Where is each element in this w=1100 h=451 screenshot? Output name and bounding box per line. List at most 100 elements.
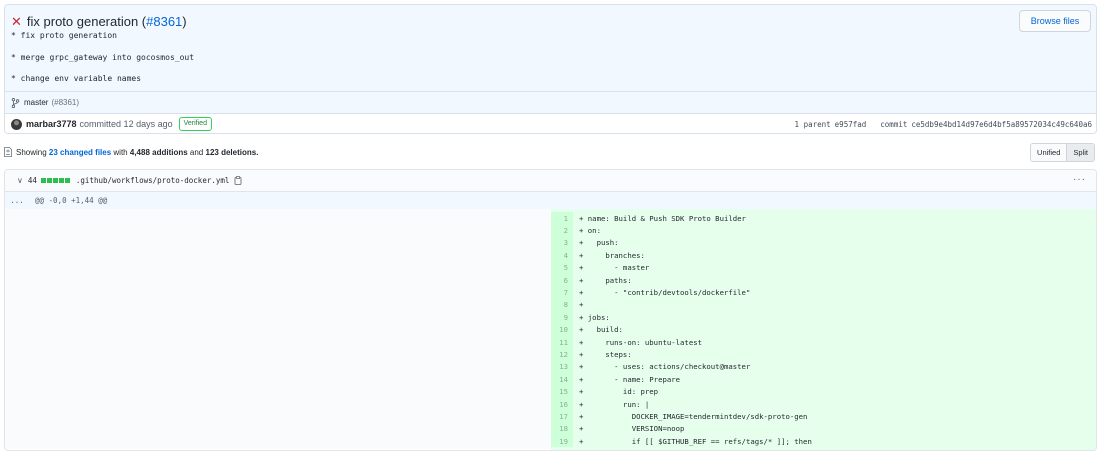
file-diff-icon [4, 147, 12, 157]
line-number[interactable]: 8 [551, 298, 573, 312]
branch-name[interactable]: master [24, 98, 48, 107]
diff-toolbar: Showing 23 changed files with 4,488 addi… [4, 142, 1095, 162]
parent-sha[interactable]: e957fad [835, 120, 867, 129]
line-code: + id: prep [579, 387, 659, 397]
commit-sha: ce5db9e4bd14d97e6d4bf5a89572034c49c640a6 [911, 119, 1092, 129]
browse-files-button[interactable]: Browse files [1019, 10, 1091, 32]
changed-files-link[interactable]: 23 changed files [49, 148, 111, 157]
commit-title-text: fix proto generation ( [26, 13, 147, 29]
line-code: + paths: [579, 275, 632, 285]
diff-line: 15 + id: prep [551, 385, 1096, 398]
diff-line: 9 + jobs: [551, 311, 1096, 324]
diff-line: 4 + branches: [551, 249, 1096, 262]
diff-summary: Showing 23 changed files with 4,488 addi… [16, 148, 258, 157]
line-code: + - name: Prepare [579, 374, 681, 384]
split-diff-view: 1 + name: Build & Push SDK Proto Builder 2… [5, 209, 1096, 450]
line-number[interactable]: 17 [551, 410, 573, 423]
commit-label: commit [880, 119, 908, 129]
line-number[interactable]: 7 [551, 286, 573, 299]
line-code: + push: [579, 238, 619, 248]
expand-icon[interactable]: ... [5, 196, 29, 205]
line-code: + [579, 300, 584, 310]
diff-line: 18 + VERSION=noop [551, 422, 1096, 436]
commit-body-line-2: * merge grpc_gateway into gocosmos_out [11, 53, 195, 62]
line-code: + VERSION=noop [579, 424, 685, 434]
line-code: + jobs: [579, 312, 610, 322]
diff-line: 3 + push: [551, 236, 1096, 250]
diff-line: 10 + build: [551, 323, 1096, 336]
commit-body-line-3: * change env variable names [11, 74, 142, 83]
line-code: + name: Build & Push SDK Proto Builder [579, 213, 746, 223]
line-number[interactable]: 16 [551, 397, 573, 411]
line-number[interactable]: 12 [551, 348, 573, 361]
diff-line: 14 + - name: Prepare [551, 373, 1096, 386]
diff-line: 8 + [551, 298, 1096, 312]
line-code: + DOCKER_IMAGE=tendermintdev/sdk-proto-g… [579, 411, 808, 421]
diffstat-bar [40, 178, 71, 183]
line-number[interactable]: 19 [551, 435, 573, 448]
file-additions-count: 44 [27, 176, 37, 185]
diff-line: 1 + name: Build & Push SDK Proto Builder [551, 212, 1096, 225]
line-number[interactable]: 3 [551, 236, 573, 250]
line-number[interactable]: 4 [551, 249, 573, 262]
branch-row: master (#8361) [5, 91, 1096, 113]
avatar[interactable] [11, 118, 22, 130]
diff-line: 12 + steps: [551, 348, 1096, 361]
commit-title: fix proto generation (#8361) [27, 14, 187, 29]
line-code: + - master [579, 263, 650, 273]
branch-pr-ref[interactable]: (#8361) [51, 98, 79, 107]
additions-count: 4,488 additions [129, 147, 188, 157]
right-pane-additions: 1 + name: Build & Push SDK Proto Builder 2… [551, 209, 1096, 450]
line-code: + steps: [579, 349, 632, 359]
commit-time: committed 12 days ago [79, 119, 173, 129]
x-icon[interactable]: ✕ [11, 15, 22, 28]
deletions-count: 123 deletions. [205, 147, 259, 157]
line-number[interactable]: 14 [551, 373, 573, 386]
line-number[interactable]: 2 [551, 224, 573, 237]
parent-label: 1 parent [794, 119, 831, 129]
pr-link[interactable]: #8361 [146, 14, 182, 29]
diff-line: 11 + runs-on: ubuntu-latest [551, 335, 1096, 349]
copy-icon[interactable] [234, 176, 242, 185]
split-button[interactable]: Split [1066, 144, 1094, 161]
line-number[interactable]: 9 [551, 311, 573, 324]
line-code: + branches: [579, 250, 645, 260]
line-number[interactable]: 5 [551, 261, 573, 274]
author-link[interactable]: marbar3778 [26, 119, 77, 129]
hunk-header: ... @@ -0,0 +1,44 @@ [5, 192, 1096, 209]
line-number[interactable]: 11 [551, 335, 573, 349]
line-number[interactable]: 13 [551, 360, 573, 374]
showing-text: Showing [16, 147, 47, 157]
line-number[interactable]: 6 [551, 273, 573, 287]
diff-line: 17 + DOCKER_IMAGE=tendermintdev/sdk-proto… [551, 410, 1096, 423]
diff-line: 5 + - master [551, 261, 1096, 274]
with-text: with [113, 147, 128, 157]
left-pane-empty [5, 209, 551, 449]
and-text: and [189, 147, 204, 157]
diff-line: 19 + if [[ $GITHUB_REF == refs/tags/* ]];… [551, 435, 1096, 448]
chevron-down-icon[interactable]: ∨ [17, 176, 23, 185]
sha-info: 1 parent e957fad commit ce5db9e4bd14d97e… [791, 114, 1092, 133]
line-code: + if [[ $GITHUB_REF == refs/tags/* ]]; t… [579, 436, 812, 446]
file-path[interactable]: .github/workflows/proto-docker.yml [76, 176, 230, 185]
commit-header: ✕ fix proto generation (#8361) Browse fi… [4, 4, 1097, 134]
diff-line: 13 + - uses: actions/checkout@master [551, 360, 1096, 374]
diff-line: 2 + on: [551, 224, 1096, 237]
diff-line: 7 + - "contrib/devtools/dockerfile" [551, 286, 1096, 299]
unified-button[interactable]: Unified [1031, 144, 1067, 161]
more-options-icon[interactable]: ··· [1073, 174, 1086, 185]
line-code: + build: [579, 325, 623, 335]
line-code: + - "contrib/devtools/dockerfile" [579, 288, 751, 298]
line-number[interactable]: 15 [551, 385, 573, 398]
line-code: + on: [579, 226, 601, 236]
commit-title-end: ) [182, 13, 187, 29]
file-diff: ∨ 44 .github/workflows/proto-docker.yml … [4, 169, 1097, 451]
diff-line: 16 + run: | [551, 397, 1096, 411]
line-number[interactable]: 10 [551, 323, 573, 336]
commit-body-line-1: * fix proto generation [11, 31, 117, 40]
diff-view-toggle: Unified Split [1030, 143, 1095, 162]
line-number[interactable]: 1 [551, 212, 573, 225]
verified-badge[interactable]: Verified [178, 117, 212, 131]
commit-title-row: ✕ fix proto generation (#8361) [11, 11, 187, 31]
line-number[interactable]: 18 [551, 422, 573, 436]
